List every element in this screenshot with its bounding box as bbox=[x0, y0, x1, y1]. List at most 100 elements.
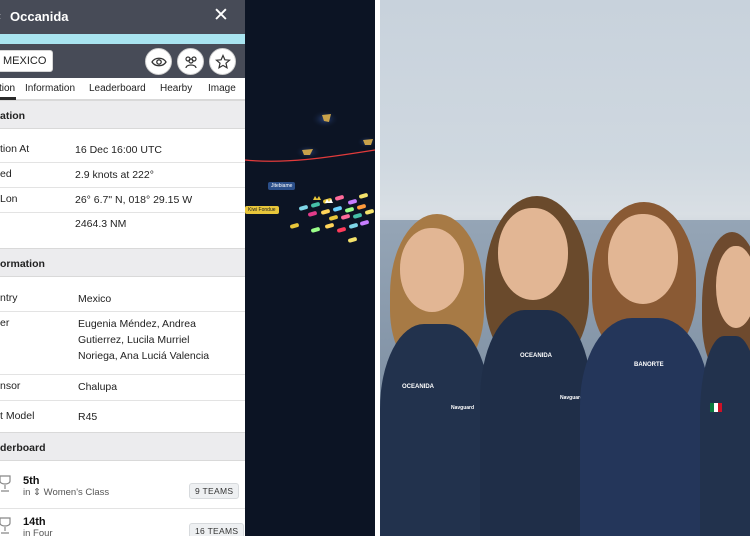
class-prefix: in bbox=[23, 528, 31, 536]
tab-nearby[interactable]: Hearby bbox=[160, 83, 192, 94]
map-boat-label[interactable]: Jitebiame bbox=[268, 182, 296, 190]
position-label: tion At bbox=[0, 143, 30, 155]
panel-header: ‹ Occanida ✕ bbox=[0, 0, 245, 34]
shirt bbox=[700, 336, 750, 536]
divider bbox=[0, 187, 245, 188]
tab-position[interactable]: tion bbox=[0, 83, 15, 94]
shirt-logo: BANORTE bbox=[634, 362, 664, 368]
leaderboard-rank: 5th bbox=[23, 475, 40, 487]
close-icon[interactable]: ✕ bbox=[213, 6, 229, 25]
favorite-button[interactable] bbox=[209, 48, 236, 75]
section-title: derboard bbox=[0, 442, 46, 454]
boat-model-value: R45 bbox=[78, 411, 98, 423]
star-icon bbox=[215, 54, 231, 70]
boat-marker[interactable] bbox=[357, 204, 367, 210]
latlon-value: 26° 6.7" N, 018° 29.15 W bbox=[75, 194, 193, 206]
distance-value: 2464.3 NM bbox=[75, 218, 127, 230]
leaderboard-rank: 14th bbox=[23, 516, 46, 528]
divider bbox=[0, 212, 245, 213]
leaderboard-entry[interactable]: 14th in Four 16 TEAMS bbox=[0, 510, 245, 536]
shirt-logo: OCEANIDA bbox=[402, 384, 435, 390]
face bbox=[716, 246, 750, 328]
divider bbox=[0, 400, 245, 401]
map-boat-label[interactable]: Kiwi Fondue bbox=[245, 206, 279, 214]
boat-marker[interactable] bbox=[311, 227, 321, 233]
divider bbox=[0, 311, 245, 312]
boat-marker[interactable] bbox=[333, 206, 343, 212]
sponsor-value: Chalupa bbox=[78, 381, 118, 393]
boat-model-label: t Model bbox=[0, 410, 35, 422]
eye-icon bbox=[151, 57, 167, 67]
fleet-cluster bbox=[290, 193, 375, 243]
country-value: Mexico bbox=[78, 293, 112, 305]
crew-icon bbox=[185, 56, 197, 69]
divider bbox=[0, 508, 245, 509]
crown-icon bbox=[313, 196, 321, 200]
country-label: ntry bbox=[0, 292, 18, 304]
crew-line: Eugenia Méndez, Andrea bbox=[78, 318, 196, 330]
boat-name-title: Occanida bbox=[10, 9, 69, 24]
tab-image[interactable]: Image bbox=[208, 83, 236, 94]
country-chip: MEXICO bbox=[0, 50, 54, 72]
speed-value: 2.9 knots at 222° bbox=[75, 169, 154, 181]
tab-information[interactable]: Information bbox=[25, 83, 75, 94]
face bbox=[498, 208, 568, 300]
section-position-header: ation bbox=[0, 100, 245, 129]
crew-line: Gutierrez, Lucila Murriel bbox=[78, 334, 190, 346]
boat-marker[interactable] bbox=[345, 207, 355, 213]
class-prefix: in bbox=[23, 487, 31, 498]
boat-marker[interactable] bbox=[337, 227, 347, 233]
boat-marker[interactable] bbox=[341, 214, 351, 220]
boat-detail-panel: ‹ Occanida ✕ MEXICO tion Information Lea… bbox=[0, 0, 245, 536]
boat-marker[interactable] bbox=[349, 223, 359, 229]
shirt bbox=[380, 324, 490, 536]
boat-marker[interactable] bbox=[348, 199, 358, 205]
shirt-logo: Navguard bbox=[451, 405, 475, 411]
crew-line: Noriega, Ana Luciá Valencia bbox=[78, 350, 210, 362]
back-chevron-icon[interactable]: ‹ bbox=[0, 9, 1, 23]
shirt bbox=[580, 318, 710, 536]
class-name: Four bbox=[33, 528, 53, 536]
watch-button[interactable] bbox=[145, 48, 172, 75]
boat-marker[interactable] bbox=[299, 205, 309, 211]
class-name: Women's Class bbox=[43, 487, 110, 498]
divider bbox=[0, 374, 245, 375]
boat-marker[interactable] bbox=[325, 223, 335, 229]
leaderboard-class: in ⇕ Women's Class bbox=[23, 487, 109, 498]
crew-label: er bbox=[0, 317, 10, 329]
shirt-logo: OCEANIDA bbox=[520, 353, 553, 359]
section-title: ation bbox=[0, 110, 26, 122]
boat-marker[interactable] bbox=[359, 193, 369, 199]
teams-count-badge: 9 TEAMS bbox=[189, 483, 240, 499]
section-information-header: ormation bbox=[0, 248, 245, 277]
boat-marker[interactable] bbox=[348, 237, 358, 243]
shirt bbox=[480, 310, 592, 536]
boat-marker[interactable] bbox=[360, 220, 370, 226]
teams-count-badge: 16 TEAMS bbox=[189, 523, 245, 536]
tab-leaderboard[interactable]: Leaderboard bbox=[89, 83, 146, 94]
boat-marker[interactable] bbox=[329, 215, 339, 221]
section-title: ormation bbox=[0, 258, 45, 270]
boat-marker[interactable] bbox=[311, 202, 321, 208]
mexico-flag-icon bbox=[710, 403, 722, 412]
boat-marker[interactable] bbox=[353, 213, 363, 219]
crew-button[interactable] bbox=[177, 48, 204, 75]
position-value: 16 Dec 16:00 UTC bbox=[75, 144, 162, 156]
boat-marker[interactable] bbox=[290, 223, 300, 229]
leaderboard-class: in Four bbox=[23, 528, 53, 536]
boat-marker[interactable] bbox=[321, 209, 331, 215]
map-canvas bbox=[245, 110, 375, 243]
leaderboard-entry[interactable]: 5th in ⇕ Women's Class 9 TEAMS bbox=[0, 465, 245, 510]
team-color-bar bbox=[0, 34, 245, 44]
boat-marker[interactable] bbox=[365, 209, 375, 215]
crew-photo: OCEANIDA Navguard OCEANIDA Navguard BANO… bbox=[380, 0, 750, 536]
face bbox=[608, 214, 678, 304]
boat-marker[interactable] bbox=[335, 195, 345, 201]
face bbox=[400, 228, 464, 312]
trophy-icon bbox=[0, 517, 11, 534]
trophy-icon bbox=[0, 475, 11, 492]
race-map[interactable]: Jitebiame Kiwi Fondue bbox=[245, 0, 375, 536]
filter-icon: ⇕ bbox=[33, 487, 42, 498]
divider bbox=[0, 162, 245, 163]
boat-marker[interactable] bbox=[308, 211, 318, 217]
